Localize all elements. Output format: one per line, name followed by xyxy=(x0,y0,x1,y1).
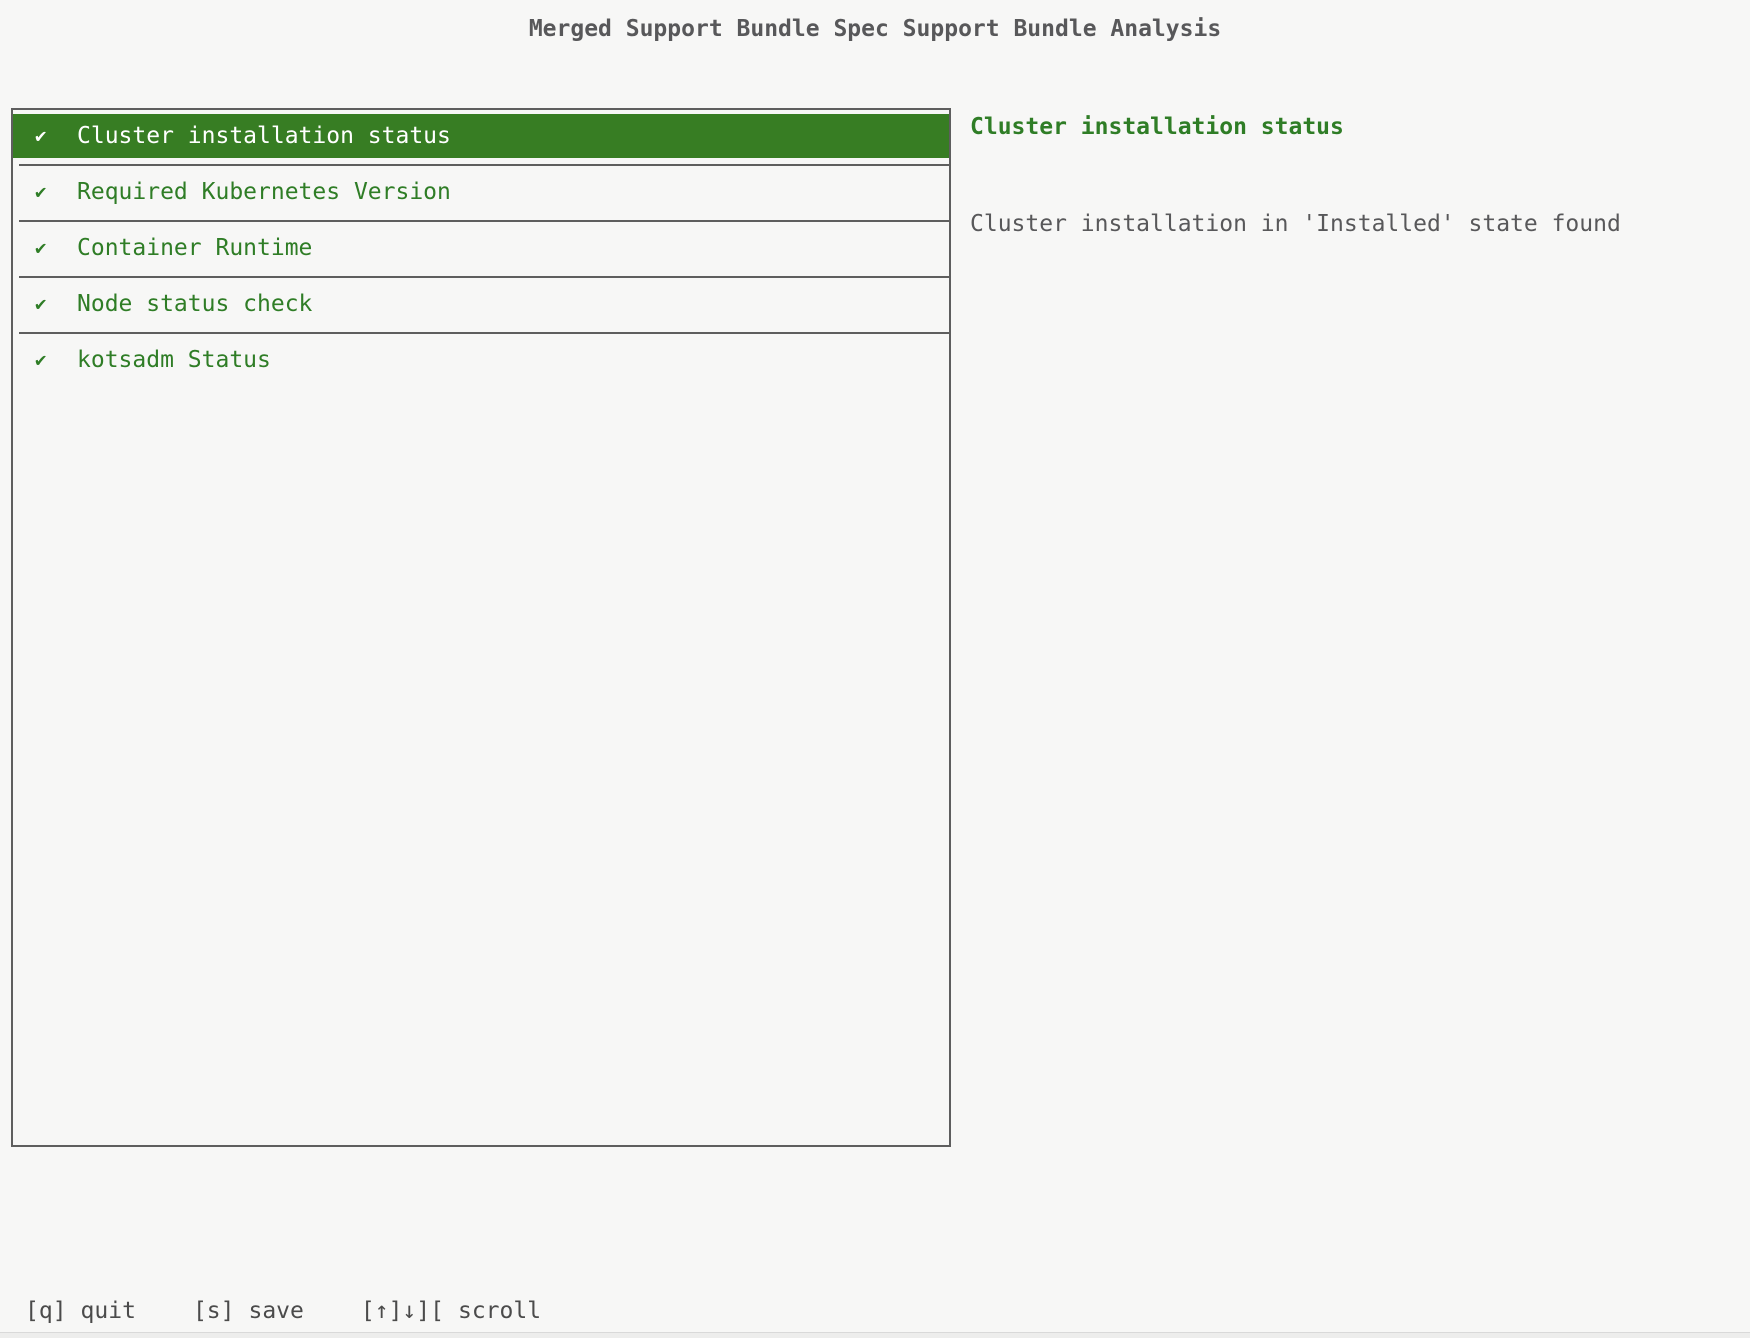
check-icon: ✔ xyxy=(35,349,51,371)
bottom-edge-strip xyxy=(0,1332,1750,1338)
list-item[interactable]: ✔ Node status check xyxy=(13,278,949,332)
check-icon: ✔ xyxy=(35,237,51,259)
list-item[interactable]: ✔ Cluster installation status xyxy=(13,110,949,164)
footer-hint-action: scroll xyxy=(458,1298,541,1324)
list-item-label: kotsadm Status xyxy=(77,347,271,373)
detail-body-text: Cluster installation in 'Installed' stat… xyxy=(970,211,1621,237)
page-title: Merged Support Bundle Spec Support Bundl… xyxy=(0,16,1750,42)
list-item-bar: ✔ kotsadm Status xyxy=(13,338,949,382)
footer-hint: [q] quit xyxy=(25,1298,136,1324)
check-icon: ✔ xyxy=(35,125,51,147)
footer-hint: [↑]↓][ scroll xyxy=(361,1298,541,1324)
footer-hint-action: save xyxy=(248,1298,303,1324)
list-item[interactable]: ✔ kotsadm Status xyxy=(13,334,949,388)
analyzer-results-list: ✔ Cluster installation status ✔ Required… xyxy=(11,108,951,1147)
check-icon: ✔ xyxy=(35,181,51,203)
list-item-bar: ✔ Container Runtime xyxy=(13,226,949,270)
footer-hint: [s] save xyxy=(193,1298,304,1324)
list-item[interactable]: ✔ Container Runtime xyxy=(13,222,949,276)
list-item-bar: ✔ Required Kubernetes Version xyxy=(13,170,949,214)
list-item-label: Required Kubernetes Version xyxy=(77,179,451,205)
footer-keybind-hints: [q] quit [s] save [↑]↓][ scroll xyxy=(25,1298,541,1324)
list-item[interactable]: ✔ Required Kubernetes Version xyxy=(13,166,949,220)
detail-heading: Cluster installation status xyxy=(970,114,1344,140)
list-item-bar: ✔ Node status check xyxy=(13,282,949,326)
footer-hint-action: quit xyxy=(81,1298,136,1324)
list-item-label: Node status check xyxy=(77,291,312,317)
list-item-label: Container Runtime xyxy=(77,235,312,261)
support-bundle-analysis-screen: Merged Support Bundle Spec Support Bundl… xyxy=(0,0,1750,1338)
footer-hint-key: [q] xyxy=(25,1298,67,1324)
footer-hint-key: [s] xyxy=(193,1298,235,1324)
list-item-label: Cluster installation status xyxy=(77,123,451,149)
footer-hint-key: [↑]↓][ xyxy=(361,1298,444,1324)
check-icon: ✔ xyxy=(35,293,51,315)
list-item-bar: ✔ Cluster installation status xyxy=(13,114,949,158)
